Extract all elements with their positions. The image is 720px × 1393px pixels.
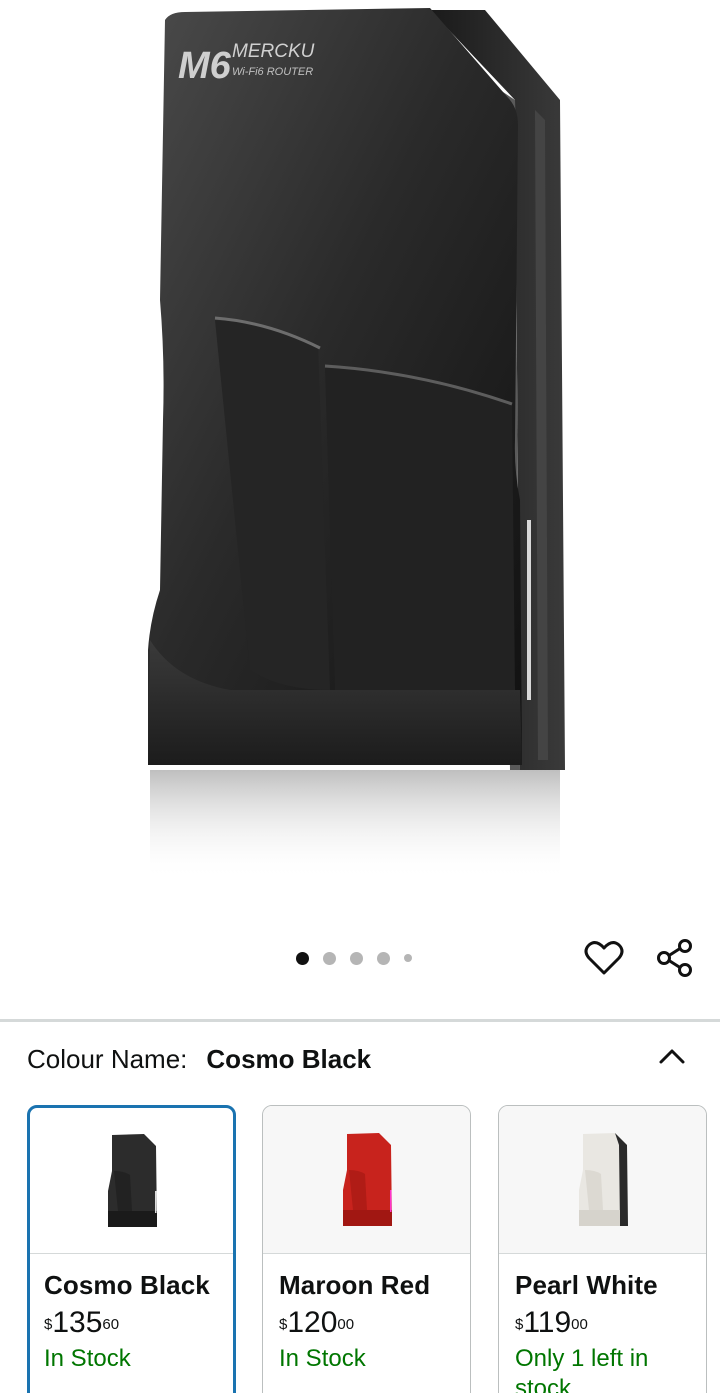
section-divider	[0, 1019, 720, 1022]
brand-name: MERCKU	[232, 41, 315, 62]
product-image[interactable]: M6 MERCKU Wi-Fi6 ROUTER	[0, 0, 720, 900]
router-illustration: M6 MERCKU Wi-Fi6 ROUTER	[148, 8, 565, 880]
carousel-dot[interactable]	[323, 951, 336, 965]
carousel-dot[interactable]	[404, 954, 412, 962]
collapse-button[interactable]	[652, 1036, 692, 1076]
variant-swatch-pearl-white[interactable]: Pearl White $119 00 Only 1 left in stock.	[498, 1105, 707, 1393]
share-icon	[657, 939, 692, 977]
router-thumbnail	[578, 1132, 628, 1226]
brand-logo-mark: M6	[178, 45, 232, 87]
variant-name: Pearl White	[515, 1270, 658, 1300]
variant-swatch-maroon-red[interactable]: Maroon Red $120 00 In Stock	[262, 1105, 471, 1393]
carousel-dot[interactable]	[350, 951, 363, 965]
chevron-up-icon	[659, 1049, 685, 1064]
variant-price: $119 00	[515, 1306, 588, 1339]
stock-status: In Stock	[279, 1345, 366, 1372]
variant-price: $135 60	[44, 1306, 120, 1339]
wishlist-button[interactable]	[582, 936, 626, 980]
carousel-indicator	[296, 950, 412, 966]
stock-status: Only 1 left in stock.	[515, 1345, 649, 1393]
variant-thumbnail	[30, 1108, 233, 1254]
selected-colour: Cosmo Black	[206, 1044, 372, 1074]
brand-tagline: Wi-Fi6 ROUTER	[232, 66, 313, 78]
variant-name: Maroon Red	[279, 1270, 431, 1300]
share-button[interactable]	[653, 936, 697, 980]
variant-name: Cosmo Black	[44, 1270, 210, 1300]
colour-label: Colour Name:	[27, 1044, 188, 1074]
heart-icon	[584, 941, 624, 975]
variant-swatch-cosmo-black[interactable]: Cosmo Black $135 60 In Stock	[27, 1105, 236, 1393]
variant-thumbnail	[263, 1106, 470, 1254]
variant-price: $120 00	[279, 1306, 355, 1339]
colour-selector-header: Colour Name: Cosmo Black	[27, 1044, 371, 1075]
carousel-dot[interactable]	[296, 951, 309, 965]
router-thumbnail	[107, 1133, 157, 1227]
carousel-dot[interactable]	[377, 951, 390, 965]
router-thumbnail	[342, 1132, 392, 1226]
variant-thumbnail	[499, 1106, 706, 1254]
stock-status: In Stock	[44, 1345, 131, 1372]
